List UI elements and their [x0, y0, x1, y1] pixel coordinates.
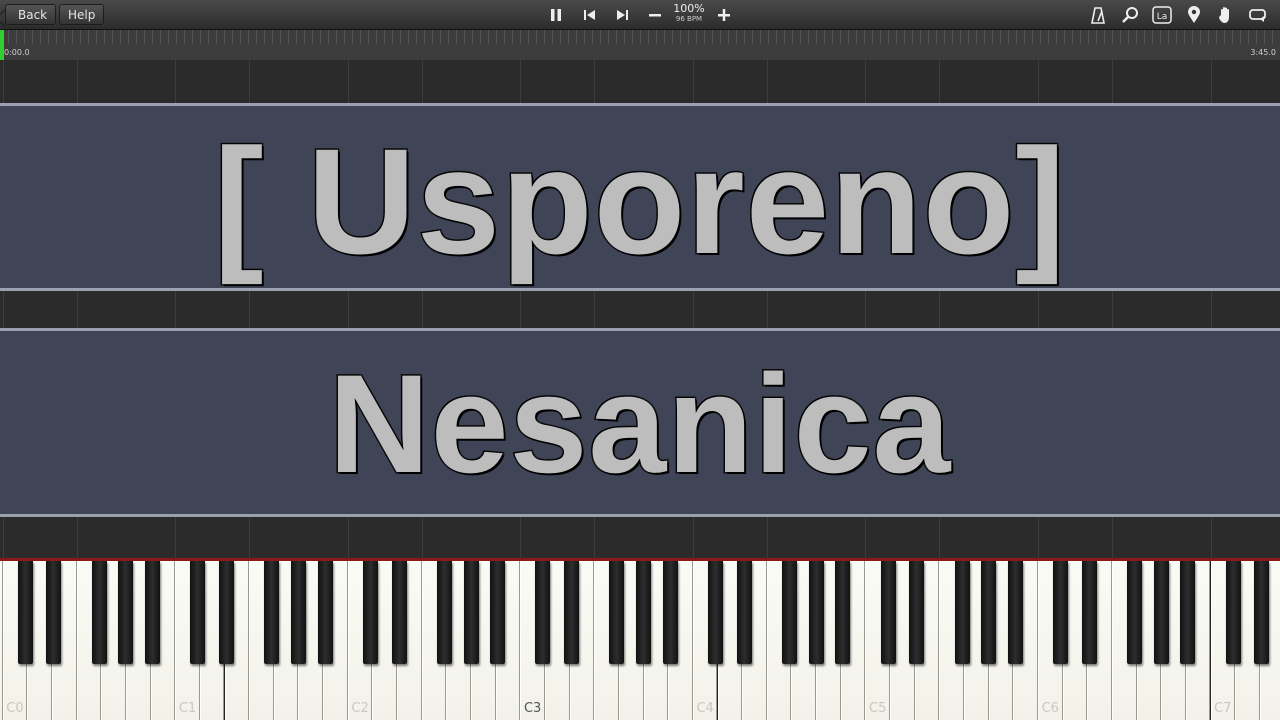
magnifier-icon[interactable]: [1119, 5, 1141, 25]
black-key[interactable]: [463, 561, 479, 664]
song-timeline[interactable]: 0:00.0 3:45.0: [0, 30, 1280, 60]
black-key[interactable]: [190, 561, 206, 664]
hand-icon[interactable]: [1215, 5, 1237, 25]
timeline-start-time: 0:00.0: [4, 48, 30, 57]
black-key[interactable]: [1225, 561, 1241, 664]
speed-percent: 100%: [673, 2, 705, 15]
black-key[interactable]: [1007, 561, 1023, 664]
tempo-bpm: 96 BPM: [675, 15, 703, 23]
black-key[interactable]: [290, 561, 306, 664]
timeline-ticks: [0, 30, 1280, 44]
black-key[interactable]: [118, 561, 134, 664]
pause-icon[interactable]: [545, 5, 567, 25]
octave-label: C5: [869, 701, 887, 716]
black-key[interactable]: [535, 561, 551, 664]
black-key[interactable]: [808, 561, 824, 664]
black-key[interactable]: [981, 561, 997, 664]
octave-label: C3: [523, 701, 542, 716]
synthesia-window: Back Help 100% 96 BPM La 0:00.0 3:45.0 […: [0, 0, 1280, 720]
minus-icon[interactable]: [644, 5, 666, 25]
help-button[interactable]: Help: [59, 4, 105, 25]
banner-subtitle-text: Nesanica: [327, 343, 952, 503]
black-key[interactable]: [880, 561, 896, 664]
metronome-icon[interactable]: [1087, 5, 1109, 25]
black-key[interactable]: [708, 561, 723, 664]
black-key[interactable]: [145, 561, 161, 664]
black-key[interactable]: [662, 561, 678, 664]
plus-icon[interactable]: [713, 5, 735, 25]
black-key[interactable]: [490, 561, 506, 664]
octave-label: C4: [696, 701, 714, 716]
black-key[interactable]: [1153, 561, 1169, 664]
back-button[interactable]: Back: [5, 4, 57, 25]
skip-forward-icon[interactable]: [611, 5, 633, 25]
black-key[interactable]: [564, 561, 580, 664]
note-roll: [ Usporeno] Nesanica: [0, 60, 1280, 560]
timeline-end-time: 3:45.0: [1250, 48, 1276, 57]
black-key[interactable]: [1254, 561, 1270, 664]
black-key[interactable]: [436, 561, 452, 664]
speed-readout: 100% 96 BPM: [669, 3, 709, 24]
black-key[interactable]: [835, 561, 851, 664]
black-key[interactable]: [636, 561, 652, 664]
black-key[interactable]: [391, 561, 407, 664]
banner-title-text: [ Usporeno]: [212, 115, 1067, 286]
black-key[interactable]: [1081, 561, 1097, 664]
title-banner: [ Usporeno]: [0, 103, 1280, 291]
black-key[interactable]: [17, 561, 33, 664]
black-key[interactable]: [1127, 561, 1143, 664]
octave-label: C6: [1041, 701, 1059, 716]
black-key[interactable]: [954, 561, 970, 664]
black-key[interactable]: [46, 561, 62, 664]
black-key[interactable]: [317, 561, 333, 664]
black-key[interactable]: [264, 561, 280, 664]
black-key[interactable]: [91, 561, 107, 664]
timeline-playhead[interactable]: [0, 30, 4, 60]
octave-label: C2: [351, 701, 369, 716]
octave-label: C0: [6, 701, 24, 716]
black-key[interactable]: [736, 561, 752, 664]
black-key[interactable]: [219, 561, 234, 664]
octave-label: C7: [1214, 701, 1232, 716]
octave-label: C1: [178, 701, 197, 716]
label-icon[interactable]: La: [1151, 5, 1173, 25]
top-toolbar: Back Help 100% 96 BPM La: [0, 0, 1280, 30]
location-pin-icon[interactable]: [1183, 5, 1205, 25]
skip-back-icon[interactable]: [579, 5, 601, 25]
black-key[interactable]: [1053, 561, 1069, 664]
black-key[interactable]: [362, 561, 378, 664]
label-icon-text: La: [1157, 12, 1168, 22]
loop-icon[interactable]: [1247, 5, 1269, 25]
subtitle-banner: Nesanica: [0, 328, 1280, 517]
black-key[interactable]: [781, 561, 797, 664]
black-key[interactable]: [909, 561, 925, 664]
piano-keyboard: C0 C1 C2 C3 C4 C5 C6 C7: [0, 561, 1280, 720]
black-key[interactable]: [1180, 561, 1196, 664]
black-key[interactable]: [609, 561, 625, 664]
